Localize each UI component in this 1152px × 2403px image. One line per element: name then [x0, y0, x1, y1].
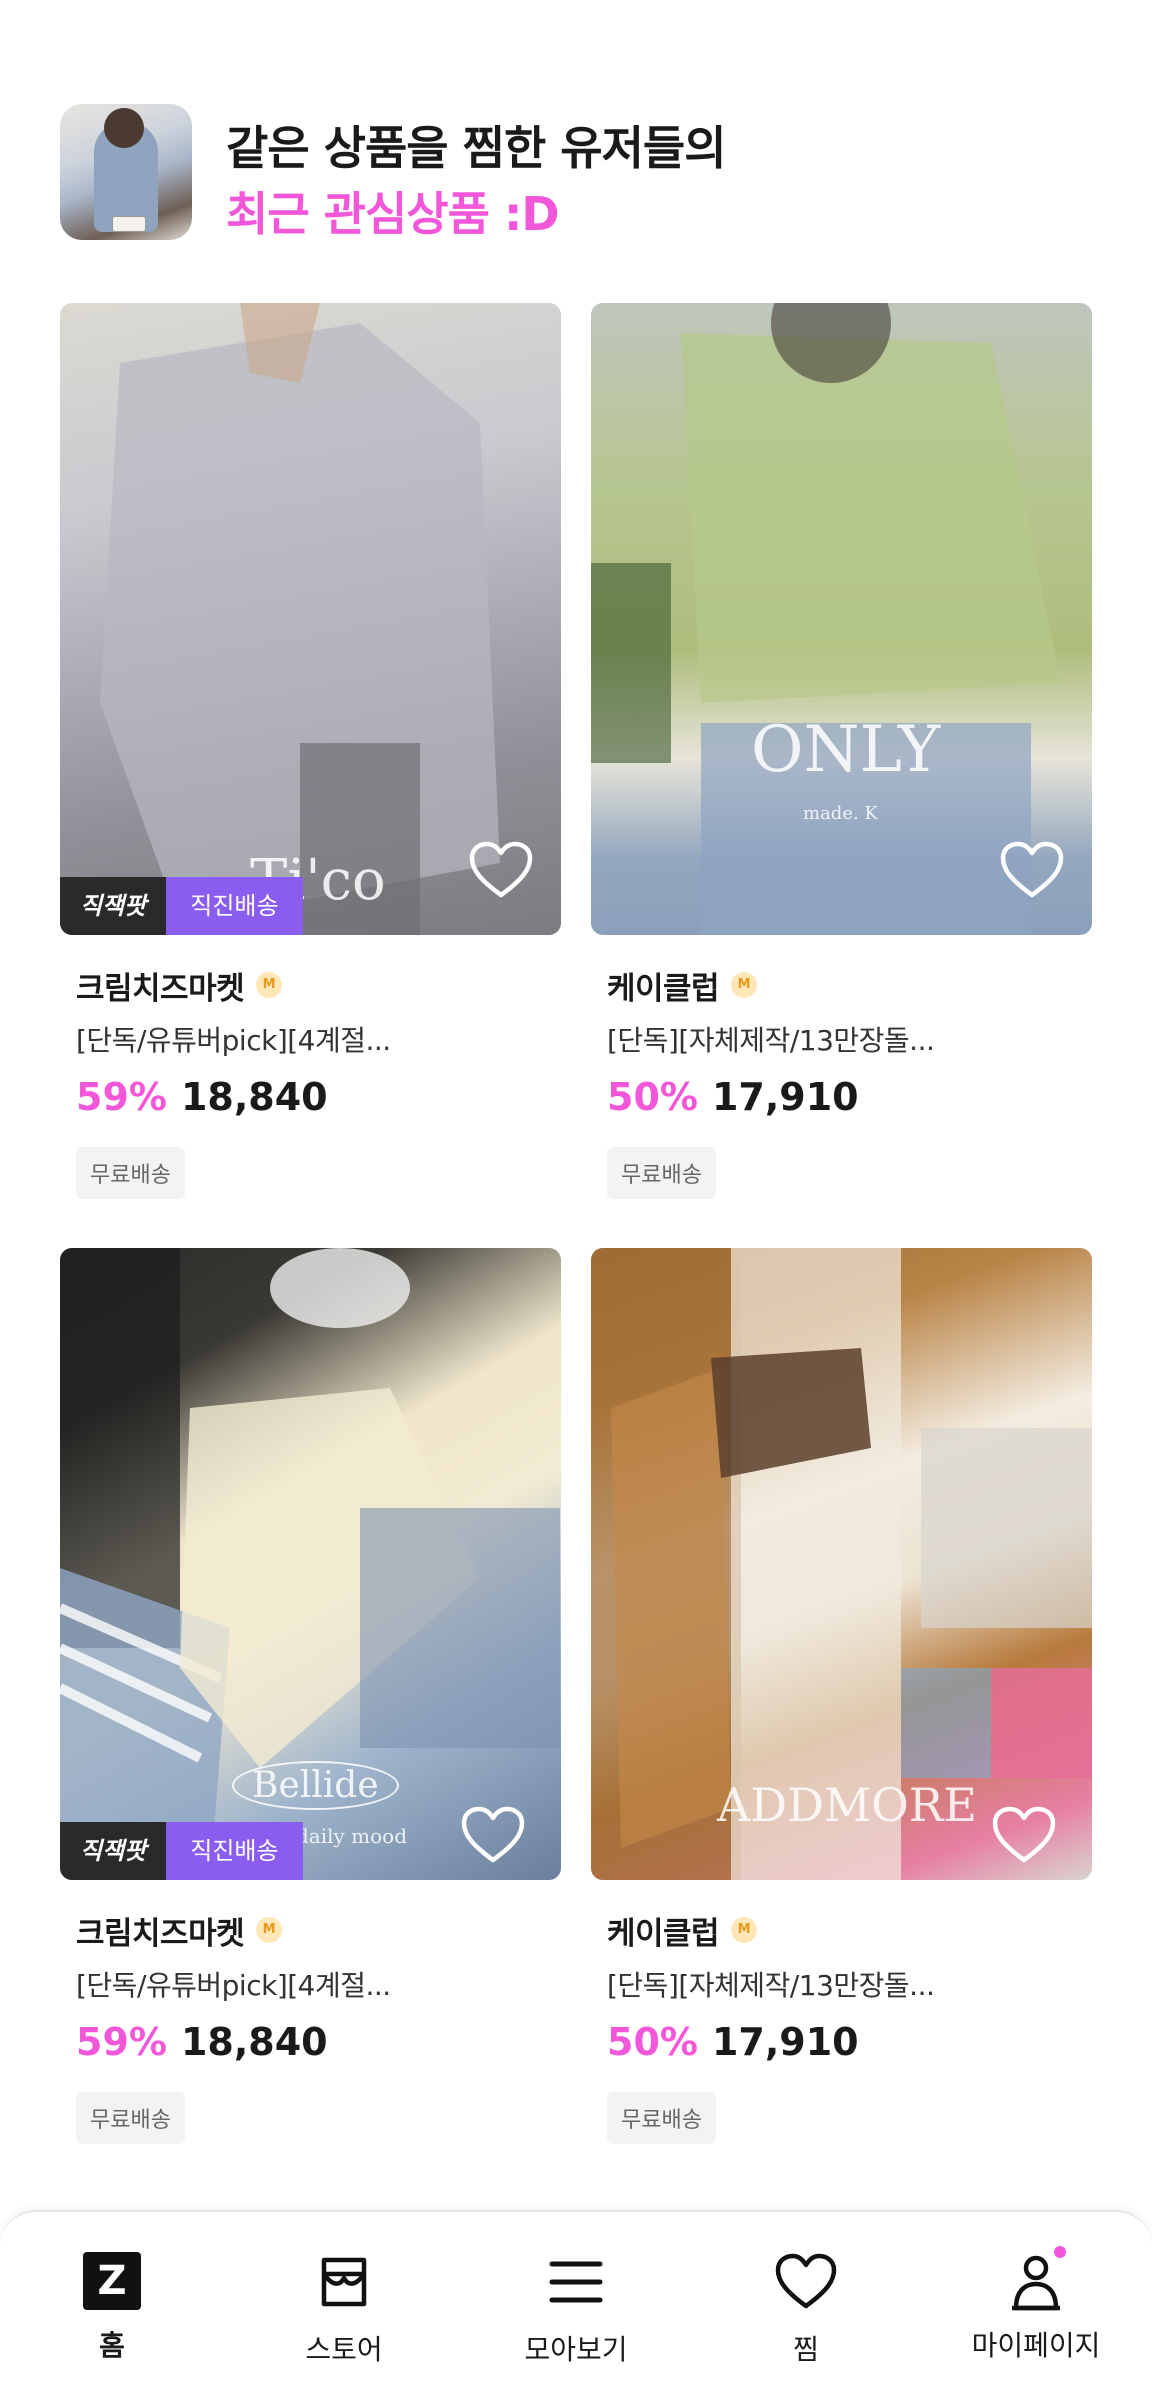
menu-icon [549, 2261, 603, 2303]
product-badges: 직잭팟 직진배송 [60, 1822, 303, 1880]
product-title[interactable]: [단독][자체제작/13만장돌... [607, 1019, 1092, 1059]
price: 17,910 [711, 1075, 859, 1119]
discount-rate: 59% [76, 1075, 167, 1119]
profile-icon-wrap [1004, 2246, 1068, 2312]
product-title[interactable]: [단독/유튜버pick][4계절... [76, 1019, 561, 1059]
store-name[interactable]: 케이클럽 [607, 1908, 720, 1953]
price: 17,910 [711, 2020, 859, 2064]
tab-mypage[interactable]: 마이페이지 [946, 2246, 1126, 2364]
store-name[interactable]: 크림치즈마켓 [76, 963, 245, 1008]
store-grade-badge: M [731, 1917, 758, 1943]
discount-rate: 50% [607, 1075, 698, 1119]
thumbnail-tag [112, 216, 146, 232]
discount-rate: 50% [607, 2020, 698, 2064]
store-row[interactable]: 크림치즈마켓 M [76, 1908, 561, 1953]
tab-home-label: 홈 [99, 2329, 125, 2362]
tab-store[interactable]: 스토어 [254, 2252, 434, 2368]
brand-watermark-sub: made. K [803, 803, 878, 824]
product-image[interactable]: Bellide daily mood 직잭팟 직진배송 [60, 1248, 561, 1880]
free-shipping-tag: 무료배송 [76, 2092, 185, 2144]
free-shipping-tag: 무료배송 [607, 2092, 716, 2144]
product-image[interactable]: Ti'co 직잭팟 직진배송 [60, 303, 561, 935]
store-grade-badge: M [731, 972, 758, 998]
tab-wishlist[interactable]: 찜 [716, 2252, 896, 2368]
price-row: 59% 18,840 [76, 2020, 561, 2064]
wishlist-heart-icon[interactable] [1000, 841, 1064, 899]
home-z-logo: Z [83, 2252, 141, 2310]
header-title: 같은 상품을 찜한 유저들의 [226, 121, 727, 175]
wishlist-heart-icon[interactable] [469, 841, 533, 899]
notification-dot [1054, 2246, 1066, 2258]
product-image[interactable]: ONLY made. K [591, 303, 1092, 935]
jackpot-badge: 직잭팟 [60, 877, 167, 935]
profile-icon [1012, 2255, 1060, 2311]
wishlist-heart-icon[interactable] [992, 1806, 1056, 1864]
direct-shipping-badge: 직진배송 [166, 1822, 303, 1880]
price-row: 59% 18,840 [76, 1075, 561, 1119]
store-icon [321, 2257, 367, 2307]
store-row[interactable]: 케이클럽 M [607, 963, 1092, 1008]
product-card[interactable]: Bellide daily mood 직잭팟 직진배송 크림치즈마켓 M [단독… [60, 1248, 561, 2144]
tab-store-label: 스토어 [305, 2333, 383, 2366]
tab-home[interactable]: Z 홈 [22, 2252, 202, 2364]
price-row: 50% 17,910 [607, 2020, 1092, 2064]
product-card[interactable]: ONLY made. K 케이클럽 M [단독][자체제작/13만장돌... 5… [591, 303, 1092, 1199]
direct-shipping-badge: 직진배송 [166, 877, 303, 935]
bottom-tab-bar: Z 홈 스토어 모아보기 찜 마이페이지 [0, 2210, 1152, 2403]
product-badges: 직잭팟 직진배송 [60, 877, 303, 935]
brand-watermark-sub: daily mood [296, 1824, 408, 1848]
brand-watermark: ONLY [751, 713, 941, 787]
free-shipping-tag: 무료배송 [607, 1147, 716, 1199]
recommendation-header: 같은 상품을 찜한 유저들의 최근 관심상품 :D [60, 104, 1100, 241]
thumbnail-figure-head [104, 108, 144, 148]
header-subtitle: 최근 관심상품 :D [226, 187, 560, 241]
price-row: 50% 17,910 [607, 1075, 1092, 1119]
home-icon: Z [80, 2252, 144, 2312]
reference-product-thumbnail[interactable] [60, 104, 192, 240]
product-title[interactable]: [단독][자체제작/13만장돌... [607, 1964, 1092, 2004]
brand-watermark: Bellide [232, 1761, 399, 1810]
wishlist-heart-icon[interactable] [461, 1806, 525, 1864]
store-name[interactable]: 케이클럽 [607, 963, 720, 1008]
tab-browse-label: 모아보기 [524, 2333, 628, 2366]
tab-browse[interactable]: 모아보기 [486, 2252, 666, 2368]
tab-wishlist-label: 찜 [793, 2333, 819, 2366]
discount-rate: 59% [76, 2020, 167, 2064]
price: 18,840 [180, 1075, 328, 1119]
store-row[interactable]: 크림치즈마켓 M [76, 963, 561, 1008]
price: 18,840 [180, 2020, 328, 2064]
store-grade-badge: M [256, 972, 283, 998]
product-card[interactable]: Ti'co 직잭팟 직진배송 크림치즈마켓 M [단독/유튜버pick][4계절… [60, 303, 561, 1199]
heart-icon [775, 2253, 837, 2309]
store-row[interactable]: 케이클럽 M [607, 1908, 1092, 1953]
product-image[interactable]: ADDMORE [591, 1248, 1092, 1880]
tab-mypage-label: 마이페이지 [971, 2329, 1101, 2362]
product-title[interactable]: [단독/유튜버pick][4계절... [76, 1964, 561, 2004]
product-card[interactable]: ADDMORE 케이클럽 M [단독][자체제작/13만장돌... 50% 17… [591, 1248, 1092, 2144]
store-name[interactable]: 크림치즈마켓 [76, 1908, 245, 1953]
jackpot-badge: 직잭팟 [60, 1822, 167, 1880]
free-shipping-tag: 무료배송 [76, 1147, 185, 1199]
brand-watermark: ADDMORE [717, 1778, 978, 1832]
store-grade-badge: M [256, 1917, 283, 1943]
